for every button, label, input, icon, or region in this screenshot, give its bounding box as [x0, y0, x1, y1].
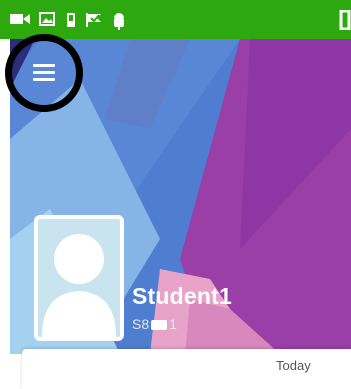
student-name: Student1 [132, 283, 232, 309]
student-id-obscured [151, 320, 168, 331]
phone-icon [67, 13, 75, 27]
image-icon [39, 12, 55, 26]
student-id-prefix: S8 [132, 316, 150, 332]
menu-button[interactable] [5, 34, 83, 112]
student-id-suffix: 1 [169, 316, 177, 332]
avatar[interactable] [34, 215, 124, 341]
status-bar [0, 0, 351, 39]
schedule-card[interactable]: Today [22, 349, 351, 389]
check-flag-icon [86, 13, 101, 27]
student-id: S8 1 [132, 316, 177, 332]
card-date-label: Today [276, 358, 311, 373]
battery-icon [339, 10, 351, 30]
person-silhouette-icon [42, 234, 116, 337]
android-icon [114, 13, 124, 30]
video-camera-icon [10, 14, 30, 24]
